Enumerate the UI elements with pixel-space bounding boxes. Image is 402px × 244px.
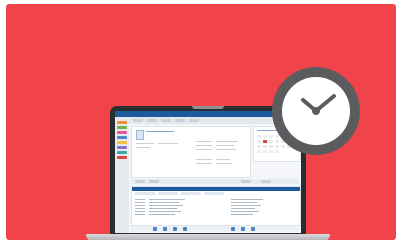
- calendar-day[interactable]: [257, 135, 261, 138]
- sidebar: [115, 117, 129, 233]
- action-icon[interactable]: [173, 227, 177, 231]
- clock-center: [312, 107, 320, 115]
- action-icon[interactable]: [163, 227, 167, 231]
- sidebar-item[interactable]: [117, 121, 127, 124]
- sidebar-item[interactable]: [117, 136, 127, 139]
- table-row[interactable]: [135, 199, 297, 201]
- laptop-camera-notch: [192, 106, 224, 109]
- sidebar-item[interactable]: [117, 131, 127, 134]
- calendar-day[interactable]: [257, 150, 261, 153]
- toolbar-button[interactable]: [241, 180, 251, 183]
- ribbon-button[interactable]: [189, 119, 199, 122]
- toolbar-button[interactable]: [261, 180, 271, 183]
- field-label: [196, 159, 212, 160]
- field-value: [216, 149, 236, 150]
- field-label: [196, 163, 212, 164]
- list-tab[interactable]: [158, 192, 178, 195]
- clock-icon: [272, 67, 360, 155]
- ribbon-button[interactable]: [175, 119, 185, 122]
- field-value: [216, 163, 232, 164]
- ribbon-button[interactable]: [147, 119, 157, 122]
- table-row[interactable]: [135, 208, 297, 210]
- sidebar-item[interactable]: [117, 151, 127, 154]
- calendar-day[interactable]: [263, 145, 267, 148]
- ribbon-button[interactable]: [161, 119, 171, 122]
- toolbar-button[interactable]: [149, 180, 159, 183]
- laptop-base: [86, 234, 330, 240]
- ribbon-button[interactable]: [133, 119, 143, 122]
- bottom-action-bar: [131, 226, 299, 232]
- field-label: [196, 141, 212, 142]
- calendar-day[interactable]: [263, 150, 267, 153]
- table-row[interactable]: [135, 214, 297, 216]
- field-value: [216, 159, 230, 160]
- list-header: [132, 187, 300, 191]
- table-row[interactable]: [135, 202, 297, 204]
- field-label: [136, 143, 154, 144]
- document-icon: [136, 130, 144, 140]
- list-tab[interactable]: [204, 192, 224, 195]
- calendar-day[interactable]: [257, 145, 261, 148]
- record-title: [146, 131, 174, 132]
- action-icon[interactable]: [251, 227, 255, 231]
- sidebar-item[interactable]: [117, 141, 127, 144]
- clock-hands: [301, 94, 336, 115]
- calendar-day-selected[interactable]: [263, 140, 267, 143]
- sidebar-item[interactable]: [117, 156, 127, 159]
- action-icon[interactable]: [241, 227, 245, 231]
- sidebar-item[interactable]: [117, 146, 127, 149]
- sidebar-item[interactable]: [117, 126, 127, 129]
- calendar-day[interactable]: [263, 135, 267, 138]
- action-icon[interactable]: [153, 227, 157, 231]
- field-value: [216, 145, 234, 146]
- action-icon[interactable]: [231, 227, 235, 231]
- table-row[interactable]: [135, 205, 297, 207]
- promo-banner: [6, 4, 396, 240]
- calendar-day[interactable]: [257, 140, 261, 143]
- list-tab[interactable]: [135, 192, 155, 195]
- records-list-panel: [131, 186, 301, 226]
- table-row[interactable]: [135, 211, 297, 213]
- field-label: [196, 149, 212, 150]
- field-label: [136, 147, 150, 148]
- list-tab[interactable]: [181, 192, 201, 195]
- toolbar-button[interactable]: [135, 180, 145, 183]
- record-detail-panel: [131, 126, 251, 178]
- action-icon[interactable]: [183, 227, 187, 231]
- field-value: [158, 143, 178, 144]
- secondary-toolbar: [131, 179, 299, 184]
- field-value: [216, 141, 238, 142]
- field-label: [196, 145, 212, 146]
